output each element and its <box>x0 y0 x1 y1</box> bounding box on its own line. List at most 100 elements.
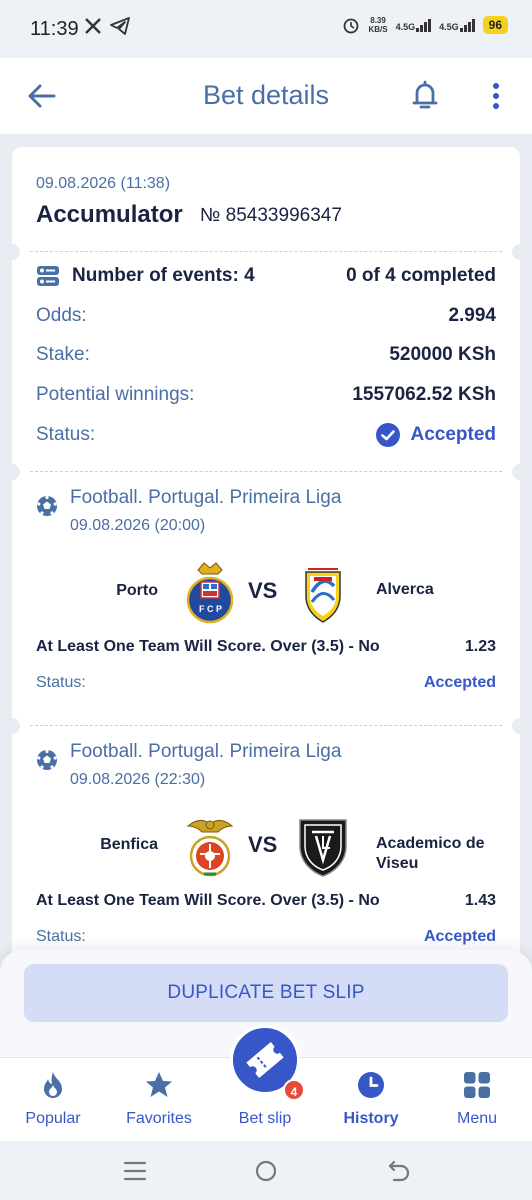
speed-unit: KB/S <box>368 25 388 34</box>
speed-value: 8.39 <box>370 16 386 25</box>
event-pick: At Least One Team Will Score. Over (3.5)… <box>36 892 380 909</box>
network-type-2: 4.5G <box>439 22 459 32</box>
duplicate-bet-slip-button[interactable]: DUPLICATE BET SLIP <box>24 964 508 1022</box>
event-header: Football. Portugal. Primeira Liga 09.08.… <box>36 741 341 789</box>
svg-text:F C P: F C P <box>199 604 222 614</box>
ticket-notch <box>512 244 520 260</box>
telegram-icon <box>110 17 130 35</box>
event-teams: Benfica VS Academico de Viseu <box>12 814 520 884</box>
versus-label: VS <box>248 578 278 603</box>
battery-indicator: 96 <box>482 16 508 34</box>
porto-logo: F C P <box>186 562 234 624</box>
away-team: Alverca <box>376 581 434 598</box>
event-status-value: Accepted <box>423 928 496 945</box>
flame-icon <box>44 1072 62 1098</box>
benfica-logo <box>186 820 234 877</box>
event-pick-row: At Least One Team Will Score. Over (3.5)… <box>36 892 496 910</box>
nav-label: Bet slip <box>238 1110 292 1127</box>
divider <box>30 471 502 472</box>
network-type-1: 4.5G <box>395 22 416 32</box>
network-speed: 8.39 KB/S <box>368 16 387 34</box>
ticket-notch <box>12 244 20 260</box>
grid-icon <box>464 1072 490 1098</box>
nav-item-favorites[interactable]: Favorites <box>106 1058 212 1142</box>
events-row: Number of events: 4 0 of 4 completed <box>36 263 496 289</box>
event-pick-row: At Least One Team Will Score. Over (3.5)… <box>36 638 496 656</box>
x-app-icon <box>85 18 101 34</box>
event-league: Football. Portugal. Primeira Liga <box>70 487 342 508</box>
alarm-icon <box>344 18 359 34</box>
nav-label: Menu <box>456 1110 498 1127</box>
app-bar: Bet details <box>0 58 532 134</box>
odds-row: Odds: 2.994 <box>36 303 496 329</box>
clock-time: 11:39 <box>30 18 79 40</box>
status-row: Status: Accepted <box>36 422 496 448</box>
event-header: Football. Portugal. Primeira Liga 09.08.… <box>36 487 341 535</box>
football-icon <box>37 749 57 770</box>
bell-icon[interactable] <box>408 78 442 112</box>
bet-number: № 85433996347 <box>200 205 342 226</box>
home-team: Porto <box>116 582 158 599</box>
nav-item-history[interactable]: History <box>318 1058 424 1142</box>
winnings-row: Potential winnings: 1557062.52 KSh <box>36 382 496 408</box>
stake-row: Stake: 520000 KSh <box>36 342 496 368</box>
events-count: Number of events: 4 <box>72 265 255 286</box>
signal-1: 4.5G <box>396 18 432 32</box>
away-team: Academico de Viseu <box>376 835 485 872</box>
signal-bars-icon <box>416 18 432 32</box>
event-date: 09.08.2026 (22:30) <box>70 771 206 788</box>
stake-value: 520000 KSh <box>389 344 496 365</box>
ticket-notch <box>512 718 520 734</box>
status-bar: 11:39 8.39 KB/S 4.5G 4.5G 96 <box>0 0 532 58</box>
home-icon[interactable] <box>253 1158 279 1184</box>
clock-icon <box>358 1072 384 1098</box>
academico-viseu-logo <box>299 819 347 877</box>
signal-2: 4.5G <box>439 18 475 32</box>
stake-label: Stake: <box>36 344 90 365</box>
alverca-logo <box>305 568 341 623</box>
status-label: Status: <box>36 424 96 445</box>
page-title: Bet details <box>202 80 330 110</box>
ticket-notch <box>12 464 20 480</box>
nav-label: Favorites <box>126 1110 192 1127</box>
nav-item-popular[interactable]: Popular <box>0 1058 106 1142</box>
divider <box>30 251 502 252</box>
ticket-notch <box>12 718 20 734</box>
event-league: Football. Portugal. Primeira Liga <box>70 741 342 762</box>
odds-label: Odds: <box>36 305 87 326</box>
odds-value: 2.994 <box>448 305 496 326</box>
event-status-label: Status: <box>36 928 86 945</box>
status-value: Accepted <box>410 424 496 445</box>
back-icon[interactable] <box>386 1158 412 1184</box>
football-icon <box>37 495 57 516</box>
nav-item-menu[interactable]: Menu <box>424 1058 530 1142</box>
event-odds: 1.23 <box>464 638 496 655</box>
event-status-row: Status: Accepted <box>36 674 496 692</box>
more-vertical-icon[interactable] <box>486 80 506 114</box>
check-circle-icon <box>376 423 401 447</box>
event-teams: Porto F C P VS Alverca <box>12 560 520 630</box>
status-indicators: 8.39 KB/S 4.5G 4.5G 96 <box>342 16 508 34</box>
event-status-value: Accepted <box>423 674 496 691</box>
recent-apps-icon[interactable] <box>122 1158 148 1184</box>
list-icon <box>37 266 59 286</box>
star-icon <box>146 1072 172 1097</box>
divider <box>30 725 502 726</box>
system-navigation-bar <box>0 1141 532 1200</box>
nav-label: History <box>343 1110 399 1127</box>
home-team: Benfica <box>100 836 158 853</box>
bet-slip-count-badge: 4 <box>283 1079 305 1101</box>
event-status-label: Status: <box>36 674 86 691</box>
event-date: 09.08.2026 (20:00) <box>70 517 206 534</box>
bet-type: Accumulator <box>36 201 183 228</box>
nav-label: Popular <box>25 1110 81 1127</box>
winnings-value: 1557062.52 KSh <box>352 384 496 405</box>
winnings-label: Potential winnings: <box>36 384 195 405</box>
event-status-row: Status: Accepted <box>36 928 496 946</box>
events-completed: 0 of 4 completed <box>346 265 496 286</box>
signal-bars-icon <box>459 18 475 32</box>
event-pick: At Least One Team Will Score. Over (3.5)… <box>36 638 380 655</box>
versus-label: VS <box>248 832 278 857</box>
bet-date: 09.08.2026 (11:38) <box>36 175 171 192</box>
ticket-notch <box>512 464 520 480</box>
